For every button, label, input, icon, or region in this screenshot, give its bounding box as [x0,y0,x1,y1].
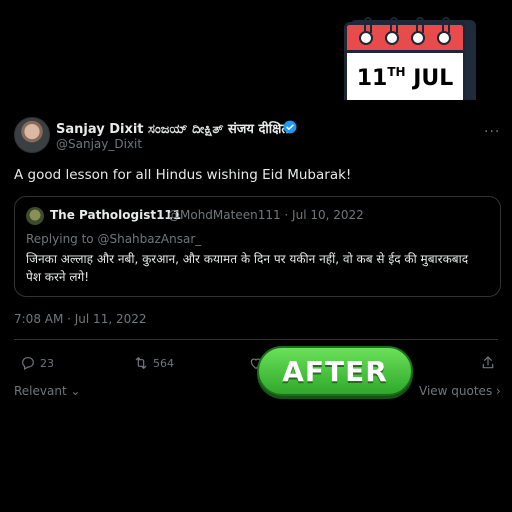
share-icon [482,356,494,369]
retweet-count: 564 [153,356,174,370]
author-name[interactable]: Sanjay Dixit ಸಂಜಯ್ ದೀಕ್ಷಿತ್ संजय दीक्षित [56,119,289,137]
author-handle[interactable]: @Sanjay_Dixit [56,137,142,151]
chevron-down-icon: ⌄ [66,384,81,398]
more-options-icon[interactable]: ··· [484,124,500,140]
reply-icon [22,357,34,371]
reply-button[interactable]: 23 [20,355,54,371]
calendar-hook-icon [390,17,398,33]
view-quotes-link[interactable]: View quotes › [419,384,501,398]
after-badge-label: AFTER [282,354,388,388]
tweet-timestamp[interactable]: 7:08 AM · Jul 11, 2022 [14,312,147,326]
calendar-day: 11 [356,66,388,91]
divider [14,339,498,340]
retweet-button[interactable]: 564 [133,355,174,371]
retweet-icon [135,357,147,369]
calendar-hook-icon [416,17,424,33]
quote-author-name: The Pathologist111 [50,208,182,222]
calendar-ring-icon [359,31,373,45]
sort-relevant-dropdown[interactable]: Relevant ⌄ [14,384,81,398]
view-quotes-label: View quotes [419,384,493,398]
calendar-date: 11TH JUL [347,65,463,91]
sort-relevant-label: Relevant [14,384,67,398]
quote-text: जिनका अल्लाह और नबी, कुरआन, और कयामत के … [26,252,469,284]
reply-count: 23 [40,356,54,370]
author-avatar[interactable] [14,117,50,153]
calendar-day-suffix: TH [387,65,406,79]
after-badge: AFTER [257,346,413,396]
verified-badge-icon [283,120,297,134]
calendar-ring-icon [411,31,425,45]
quote-meta: @MohdMateen111 · Jul 10, 2022 [168,208,364,222]
calendar-hook-icon [442,17,450,33]
tweet-text: A good lesson for all Hindus wishing Eid… [14,167,352,183]
quote-replying-to: Replying to @ShahbazAnsar_ [26,232,202,246]
share-button[interactable] [480,355,496,371]
chevron-right-icon: › [492,384,501,398]
calendar-hook-icon [364,17,372,33]
quote-author-avatar [26,207,44,225]
calendar-month: JUL [413,66,454,91]
calendar-ring-icon [437,31,451,45]
calendar-ring-icon [385,31,399,45]
calendar-header [347,17,463,53]
